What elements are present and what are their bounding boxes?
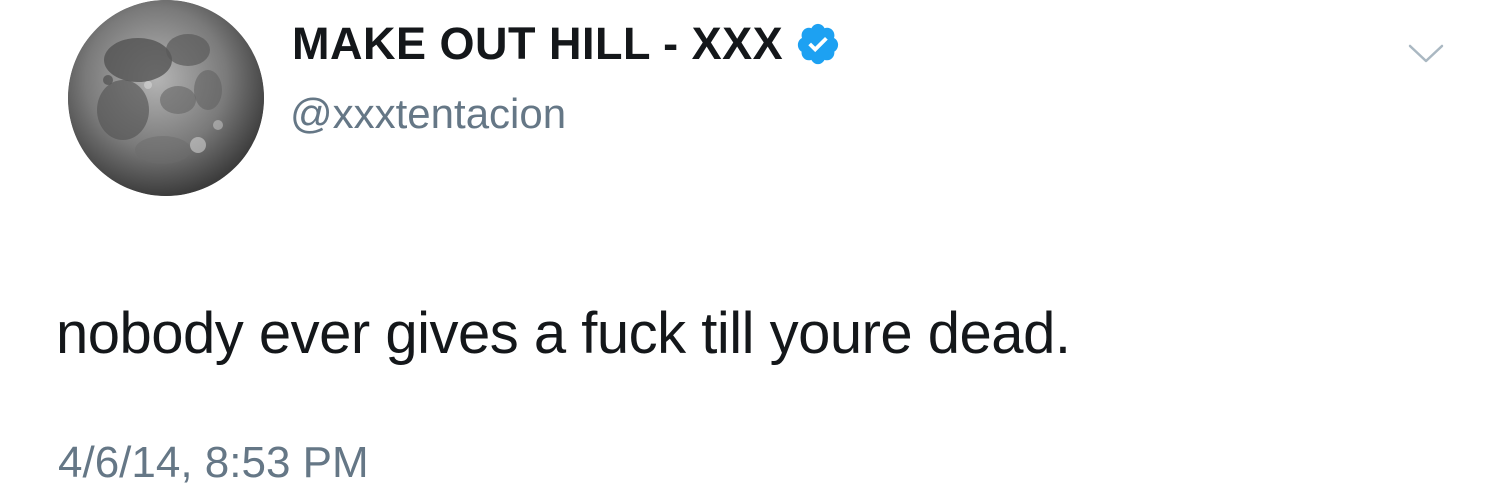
verified-badge-icon [795,21,841,67]
author-handle[interactable]: @xxxtentacion [290,90,566,138]
tweet-card: MAKE OUT HILL - XXX @xxxtentacion nobody… [0,0,1499,499]
display-name[interactable]: MAKE OUT HILL - XXX [292,18,783,70]
avatar[interactable] [68,0,264,196]
tweet-timestamp[interactable]: 4/6/14, 8:53 PM [58,438,369,488]
moon-icon [68,0,264,196]
tweet-text: nobody ever gives a fuck till youre dead… [56,301,1071,366]
author-name-row[interactable]: MAKE OUT HILL - XXX [292,18,841,70]
chevron-down-icon[interactable] [1408,44,1444,64]
